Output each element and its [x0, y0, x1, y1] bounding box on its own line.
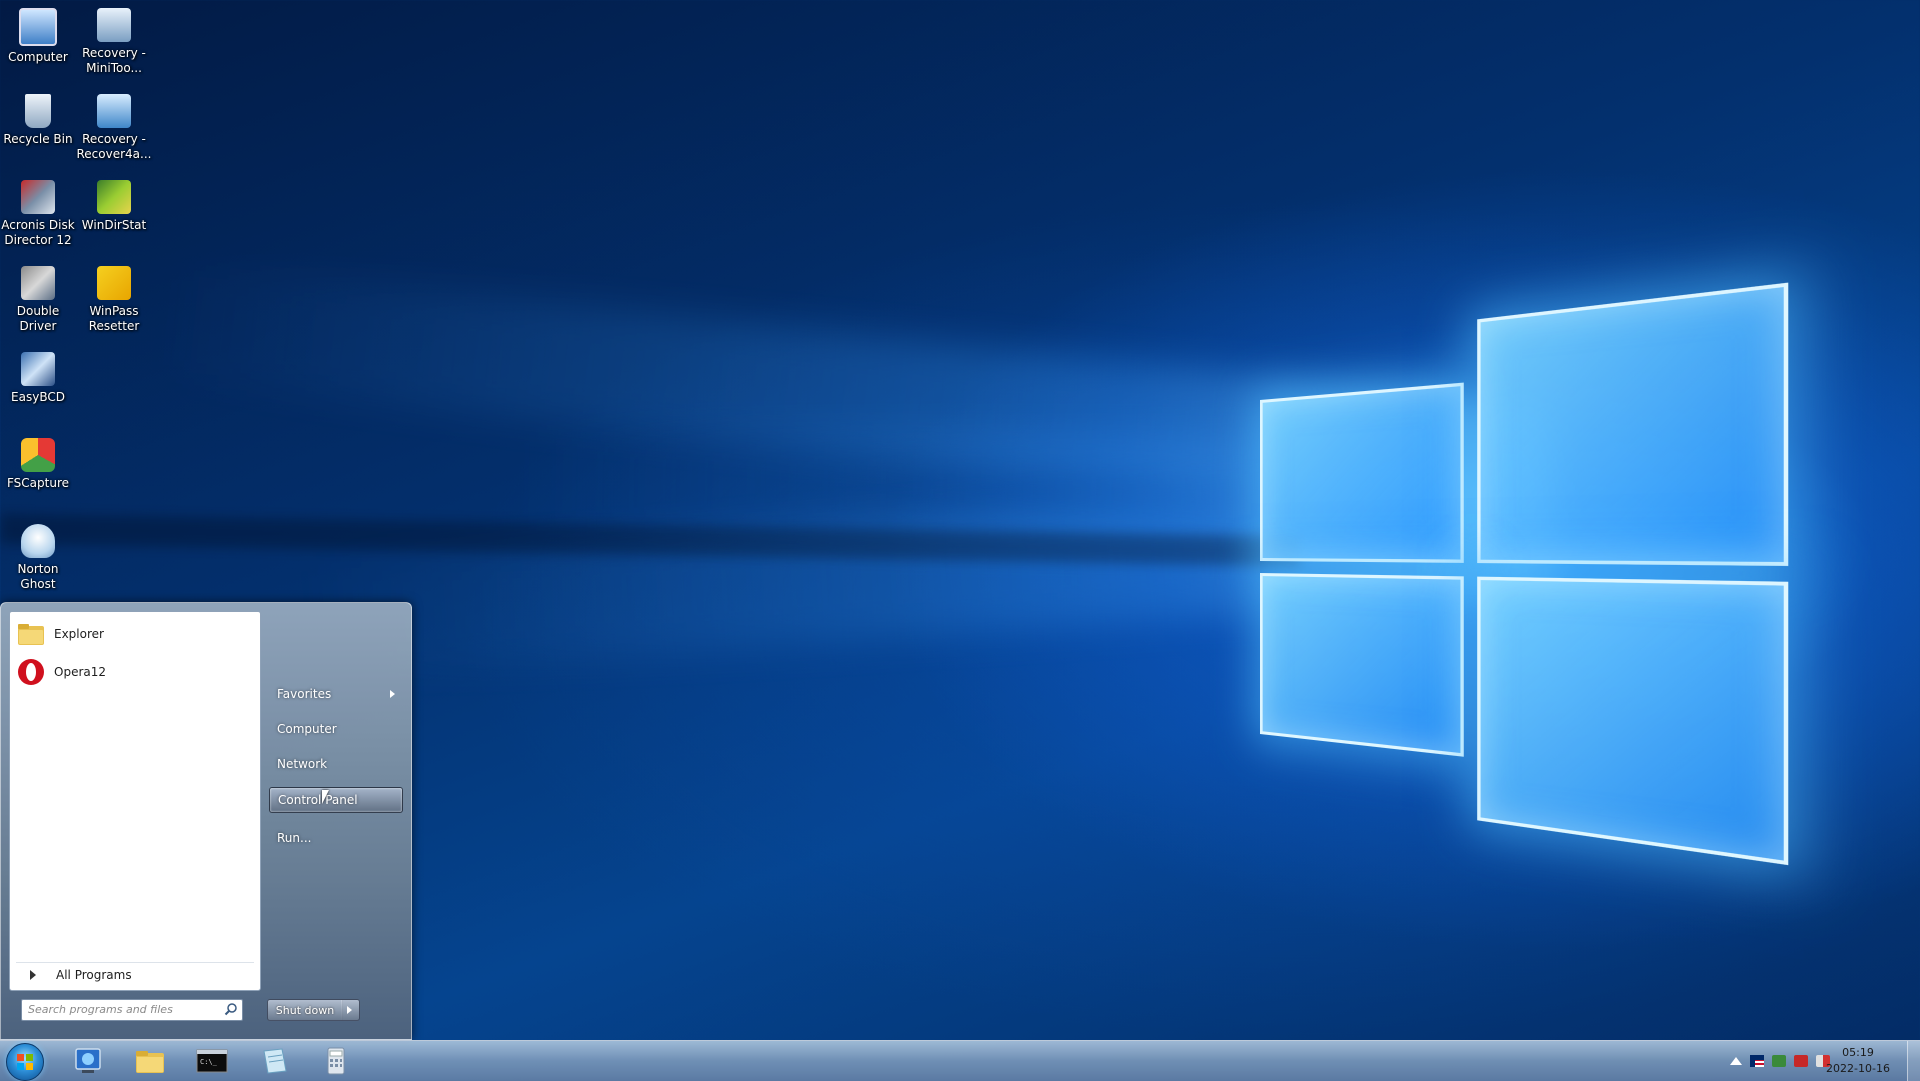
explorer-folder-icon[interactable] [132, 1045, 168, 1077]
winpass-icon [97, 266, 131, 300]
norton-ghost-icon [21, 524, 55, 558]
desktop-icon-windirstat[interactable]: WinDirStat [76, 180, 152, 233]
notepad-icon[interactable] [256, 1045, 292, 1077]
desktop-icon-norton-ghost[interactable]: Norton Ghost [0, 524, 76, 592]
windirstat-icon [97, 180, 131, 214]
recovery-shortcut-icon [97, 94, 131, 128]
recycle-bin-icon [25, 94, 51, 128]
desktop-icon-winpass[interactable]: WinPass Resetter [76, 266, 152, 334]
desktop-icon-label: WinDirStat [81, 218, 147, 232]
language-flag-icon[interactable] [1750, 1055, 1764, 1067]
menu-item-run[interactable]: Run... [269, 825, 403, 851]
desktop-icon-label: Computer [8, 50, 68, 64]
double-driver-icon [21, 266, 55, 300]
windows-flag-icon [17, 1054, 33, 1070]
show-desktop-button[interactable] [1907, 1041, 1920, 1081]
chevron-right-icon [390, 690, 395, 698]
system-tray [1730, 1055, 1830, 1067]
computer-icon [19, 8, 57, 46]
windows-logo-wallpaper [1260, 282, 1789, 866]
mouse-cursor [322, 790, 329, 804]
desktop-icon-label: Double Driver [16, 304, 60, 333]
menu-item-label: Network [277, 757, 328, 771]
desktop-icon-label: Acronis Disk Director 12 [1, 218, 75, 247]
desktop-icon-label: Recovery - Recover4a... [76, 132, 152, 161]
start-button[interactable] [6, 1043, 44, 1081]
search-placeholder: Search programs and files [28, 1003, 173, 1016]
desktop-icon-label: FSCapture [6, 476, 70, 490]
desktop-icon-recovery-minitool[interactable]: Recovery - MiniToo... [76, 8, 152, 76]
acronis-icon [21, 180, 55, 214]
search-input[interactable]: Search programs and files [21, 999, 243, 1021]
clock[interactable]: 05:19 2022-10-16 [1822, 1045, 1894, 1077]
menu-item-label: Run... [277, 831, 312, 845]
desktop-icon-label: WinPass Resetter [88, 304, 140, 333]
folder-icon [18, 624, 44, 645]
security-icon[interactable] [1772, 1055, 1786, 1067]
search-icon[interactable] [224, 1002, 238, 1016]
menu-item-control-panel[interactable]: Control Panel [269, 787, 403, 813]
shutdown-button[interactable]: Shut down [267, 999, 343, 1021]
recovery-shortcut-icon [97, 8, 131, 42]
svg-text:C:\_: C:\_ [200, 1058, 218, 1066]
desktop-icon-recovery-recover4all[interactable]: Recovery - Recover4a... [76, 94, 152, 162]
desktop-icon-label: EasyBCD [11, 390, 65, 404]
menu-item-label: Control Panel [278, 793, 358, 807]
clock-time: 05:19 [1842, 1046, 1874, 1059]
program-label: Opera12 [54, 665, 107, 679]
opera-icon [18, 659, 44, 685]
menu-item-computer[interactable]: Computer [269, 716, 403, 742]
clock-date: 2022-10-16 [1826, 1062, 1890, 1075]
network-warning-icon[interactable] [1794, 1055, 1808, 1067]
program-explorer[interactable]: Explorer [16, 618, 254, 650]
desktop-icon-acronis[interactable]: Acronis Disk Director 12 [0, 180, 76, 248]
desktop-icon-recycle-bin[interactable]: Recycle Bin [0, 94, 76, 147]
start-menu-programs-pane: Explorer Opera12 All Programs [9, 611, 261, 991]
shutdown-options-button[interactable] [341, 999, 360, 1021]
desktop-icon-fscapture[interactable]: FSCapture [0, 438, 76, 491]
desktop-icon-label: Recovery - MiniToo... [82, 46, 146, 75]
fscapture-icon [21, 438, 55, 472]
all-programs-label: All Programs [56, 968, 132, 982]
calculator-icon[interactable] [318, 1045, 354, 1077]
program-label: Explorer [54, 627, 104, 641]
desktop-icon-easybcd[interactable]: EasyBCD [0, 352, 76, 405]
tray-expand-icon[interactable] [1730, 1057, 1742, 1065]
menu-item-label: Computer [277, 722, 337, 736]
program-opera[interactable]: Opera12 [16, 656, 254, 688]
ie-icon[interactable] [70, 1045, 106, 1077]
all-programs[interactable]: All Programs [16, 962, 254, 987]
cmd-icon[interactable]: C:\_ [194, 1045, 230, 1077]
shutdown-label: Shut down [275, 1003, 335, 1017]
menu-item-network[interactable]: Network [269, 751, 403, 777]
menu-item-favorites[interactable]: Favorites [269, 681, 403, 707]
desktop-icon-label: Norton Ghost [17, 562, 59, 591]
start-menu: Explorer Opera12 All Programs Search pro… [0, 602, 412, 1040]
taskbar: C:\_ 05:19 2022-10-16 [0, 1040, 1920, 1081]
desktop-icon-computer[interactable]: Computer [0, 8, 76, 65]
desktop-icon-label: Recycle Bin [3, 132, 73, 146]
easybcd-icon [21, 352, 55, 386]
chevron-right-icon [30, 970, 36, 980]
menu-item-label: Favorites [277, 687, 332, 701]
desktop-icon-double-driver[interactable]: Double Driver [0, 266, 76, 334]
